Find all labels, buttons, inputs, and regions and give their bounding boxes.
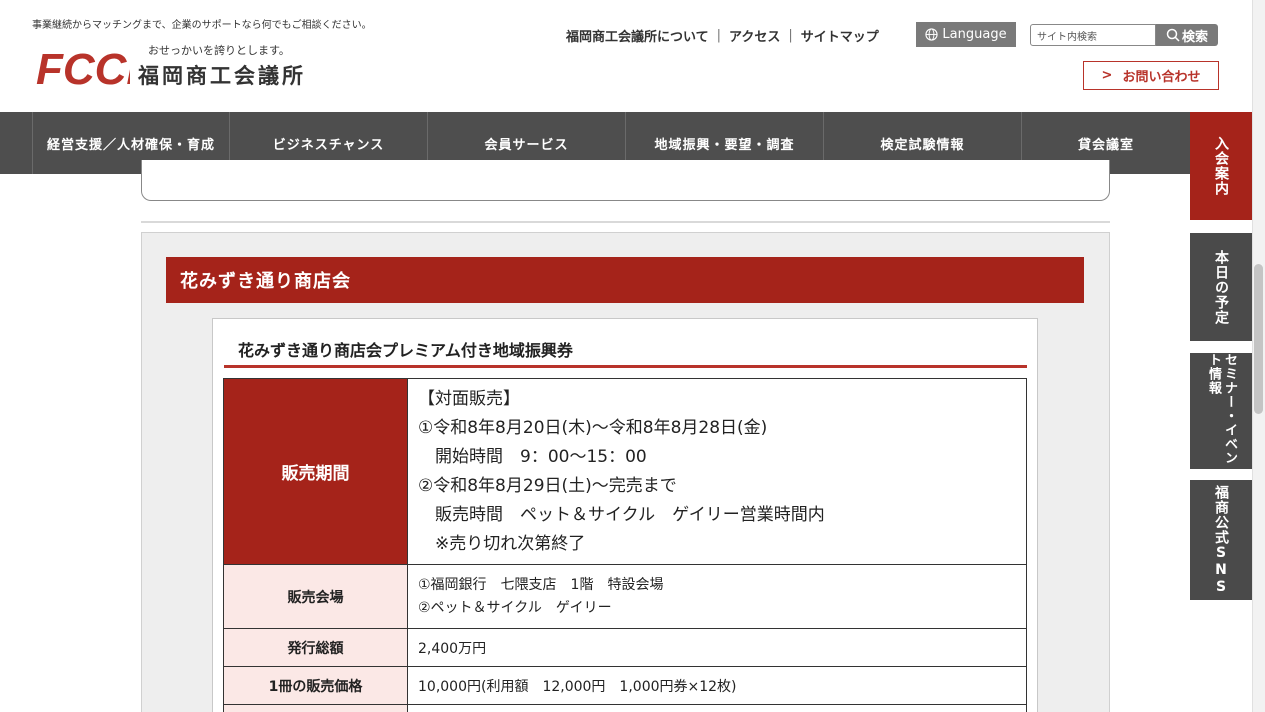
- period-line: ①令和8年8月20日(木)〜令和8年8月28日(金): [418, 417, 768, 438]
- language-button[interactable]: Language: [916, 22, 1016, 47]
- venue-value: ①福岡銀行 七隈支店 1階 特設会場 ②ペット＆サイクル ゲイリー: [407, 564, 1027, 629]
- logo-subtitle: おせっかいを誇りとします。: [148, 44, 290, 57]
- info-table: 販売期間 【対面販売】 ①令和8年8月20日(木)〜令和8年8月28日(金) 開…: [223, 378, 1027, 712]
- venue-line: ①福岡銀行 七隈支店 1階 特設会場: [418, 576, 664, 593]
- link-sitemap[interactable]: サイトマップ: [801, 26, 879, 45]
- chevron-right-icon: >: [1101, 68, 1113, 83]
- site-header: 事業継続からマッチングまで、企業のサポートなら何でもご相談ください。 FCCI …: [0, 0, 1252, 112]
- search-button-label: 検索: [1181, 29, 1208, 45]
- price-label: 1冊の販売価格: [223, 666, 408, 705]
- side-tab-today[interactable]: 本日の予定: [1190, 233, 1252, 341]
- card-title-underline: [224, 365, 1027, 368]
- period-line: ②令和8年8月29日(土)〜完売まで: [418, 475, 677, 496]
- search-button[interactable]: 検索: [1156, 24, 1218, 46]
- side-tab-sns[interactable]: 福商公式SNS: [1190, 480, 1252, 600]
- card-title: 花みずき通り商店会プレミアム付き地域振興券: [238, 341, 573, 360]
- search-icon: [1166, 28, 1180, 42]
- link-separator: |: [716, 27, 722, 43]
- venue-line: ②ペット＆サイクル ゲイリー: [418, 599, 612, 616]
- period-line: 販売時間 ペット＆サイクル ゲイリー営業時間内: [418, 504, 825, 525]
- total-label: 発行総額: [223, 628, 408, 667]
- link-access[interactable]: アクセス: [729, 26, 780, 45]
- period-line: 【対面販売】: [418, 388, 520, 409]
- side-tab-seminar[interactable]: セミナー・イベント情報: [1190, 353, 1252, 469]
- table-row: 販売会場 ①福岡銀行 七隈支店 1階 特設会場 ②ペット＆サイクル ゲイリー: [223, 564, 1027, 629]
- next-label: [223, 704, 408, 712]
- header-links: 福岡商工会議所について | アクセス | サイトマップ: [566, 26, 879, 45]
- scrollbar-thumb[interactable]: [1254, 264, 1263, 414]
- globe-icon: [925, 28, 939, 41]
- venue-label: 販売会場: [223, 564, 408, 629]
- period-line: ※売り切れ次第終了: [418, 533, 586, 554]
- language-label: Language: [942, 27, 1007, 42]
- table-row: 販売期間 【対面販売】 ①令和8年8月20日(木)〜令和8年8月28日(金) 開…: [223, 378, 1027, 565]
- fcci-logo[interactable]: FCCI: [34, 40, 130, 96]
- link-separator: |: [788, 27, 793, 43]
- contact-button[interactable]: > お問い合わせ: [1083, 61, 1219, 90]
- search-input[interactable]: サイト内検索: [1030, 24, 1156, 46]
- org-name[interactable]: 福岡商工会議所: [138, 60, 306, 90]
- link-about[interactable]: 福岡商工会議所について: [566, 26, 709, 45]
- period-line: 開始時間 9：00〜15：00: [418, 446, 647, 467]
- price-value: 10,000円(利用額 12,000円 1,000円券×12枚): [407, 666, 1027, 705]
- next-value: [407, 704, 1027, 712]
- section-divider: [141, 221, 1110, 223]
- table-row: [223, 704, 1027, 712]
- header-tagline: 事業継続からマッチングまで、企業のサポートなら何でもご相談ください。: [32, 20, 372, 31]
- section-title: 花みずき通り商店会: [166, 257, 1084, 303]
- table-row: 発行総額 2,400万円: [223, 628, 1027, 667]
- contact-label: お問い合わせ: [1122, 70, 1201, 85]
- period-value: 【対面販売】 ①令和8年8月20日(木)〜令和8年8月28日(金) 開始時間 9…: [407, 378, 1027, 565]
- logo-text: FCCI: [36, 45, 130, 94]
- table-row: 1冊の販売価格 10,000円(利用額 12,000円 1,000円券×12枚): [223, 666, 1027, 705]
- side-tab-join[interactable]: 入会案内: [1190, 112, 1252, 220]
- search-placeholder: サイト内検索: [1037, 31, 1097, 43]
- previous-section-box: [141, 160, 1110, 201]
- total-value: 2,400万円: [407, 628, 1027, 667]
- period-label: 販売期間: [223, 378, 408, 565]
